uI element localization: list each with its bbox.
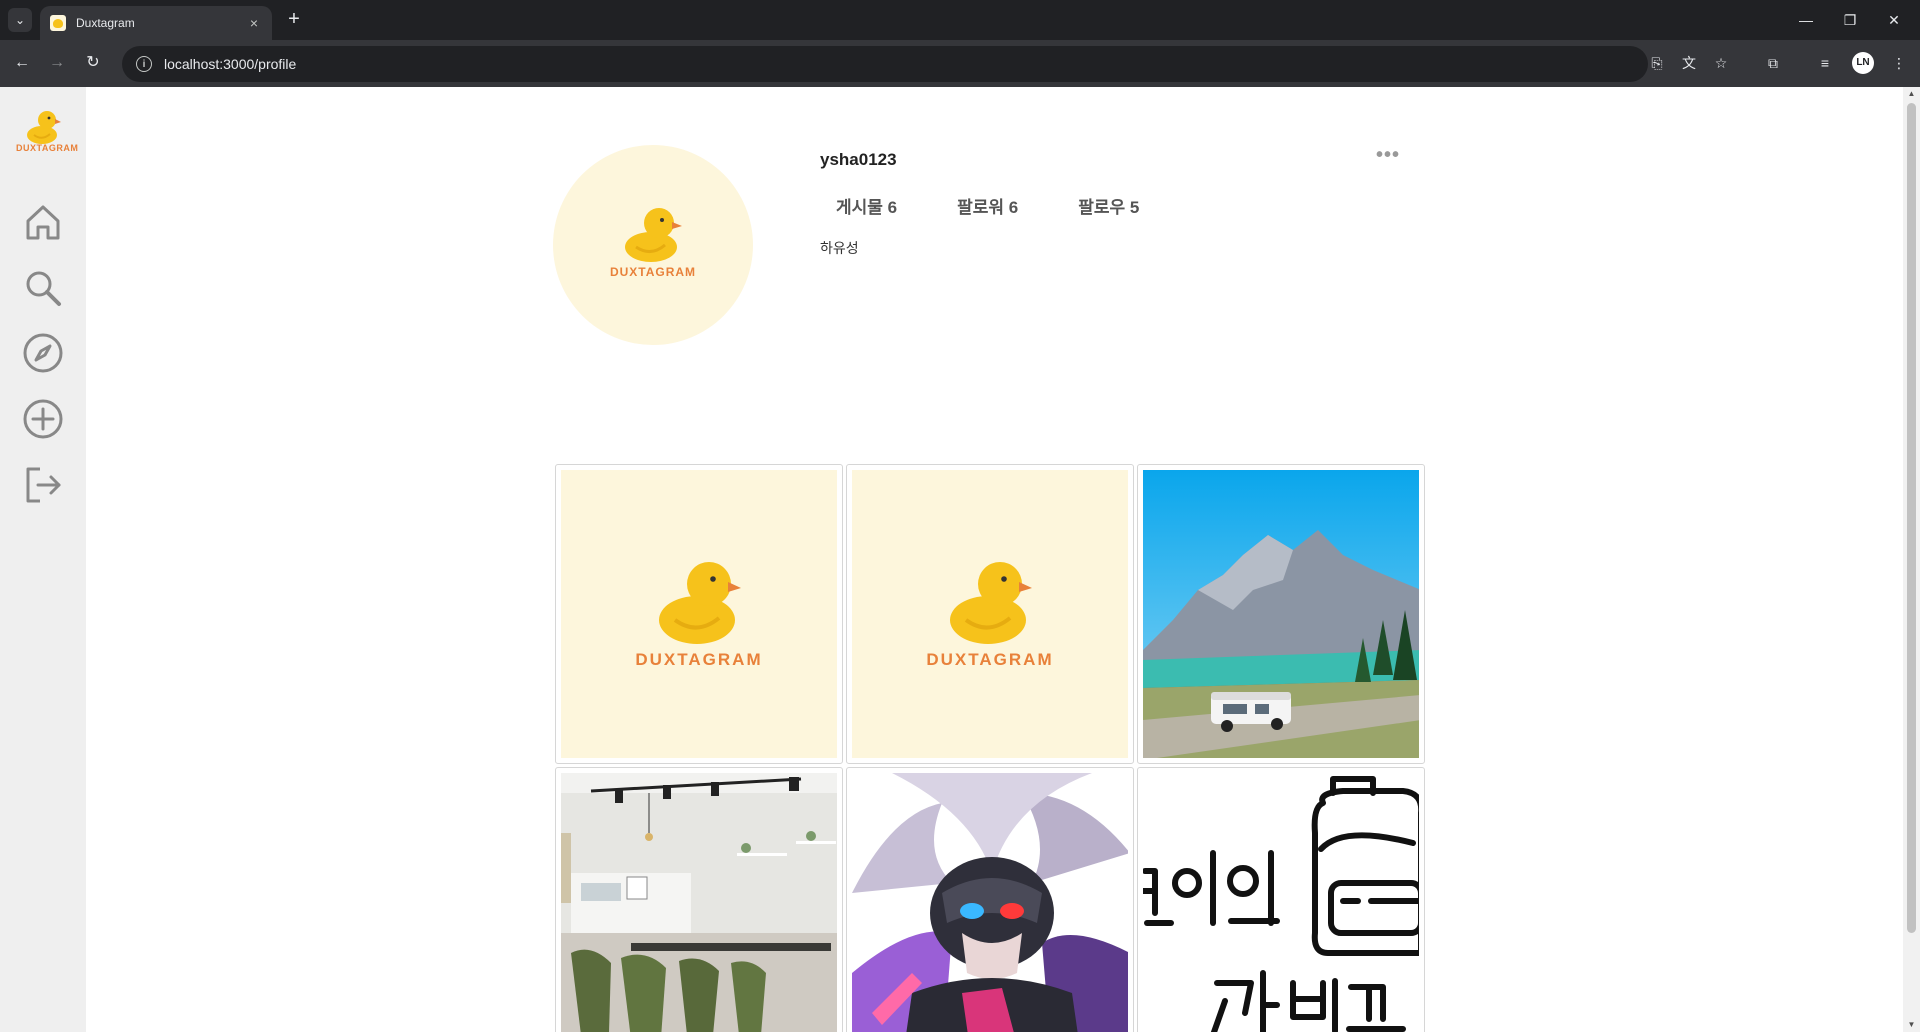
- post-wordmark: DUXTAGRAM: [635, 650, 763, 669]
- search-icon: [26, 271, 61, 306]
- forward-icon[interactable]: →: [45, 51, 69, 75]
- bookmark-star-icon[interactable]: ☆: [1710, 52, 1732, 74]
- tab-strip: ⌄ Duxtagram × + — ❐ ✕: [0, 0, 1920, 40]
- post-image-character: [852, 773, 1128, 1032]
- duck-logo-icon: [950, 562, 1032, 644]
- posts-count[interactable]: 게시물 6: [836, 193, 897, 218]
- post-image-handwriting: [1143, 773, 1419, 1032]
- translate-icon[interactable]: 文: [1678, 52, 1700, 74]
- url-text: localhost:3000/profile: [164, 56, 297, 72]
- logout-icon: [26, 467, 61, 503]
- compass-icon: [23, 333, 63, 373]
- restore-icon[interactable]: ❐: [1836, 8, 1864, 32]
- site-info-icon[interactable]: i: [136, 56, 152, 72]
- following-count[interactable]: 팔로우 5: [1078, 193, 1139, 218]
- menu-dots-icon[interactable]: ⋮: [1888, 52, 1910, 74]
- active-tab[interactable]: Duxtagram ×: [40, 6, 272, 40]
- tab-title: Duxtagram: [76, 16, 135, 30]
- post-thumbnail[interactable]: DUXTAGRAM: [846, 464, 1134, 764]
- tab-close-icon[interactable]: ×: [246, 15, 262, 31]
- reload-icon[interactable]: ↻: [81, 51, 105, 75]
- post-image-cafe: [561, 773, 837, 1032]
- landscape-photo: [1143, 470, 1419, 758]
- sidebar-item-create[interactable]: [18, 394, 68, 444]
- profile-stats: 게시물 6 팔로워 6 팔로우 5: [836, 193, 1199, 218]
- install-app-icon[interactable]: ⎘: [1646, 52, 1668, 74]
- profile-avatar-icon[interactable]: LN: [1852, 52, 1874, 74]
- new-tab-button[interactable]: +: [282, 8, 306, 32]
- post-image-duck: DUXTAGRAM: [852, 470, 1128, 758]
- reading-list-icon[interactable]: ≡: [1814, 52, 1836, 74]
- followers-count[interactable]: 팔로워 6: [957, 193, 1018, 218]
- handwriting-image: [1143, 773, 1419, 1032]
- duck-logo-icon: [27, 111, 61, 144]
- close-window-icon[interactable]: ✕: [1880, 8, 1908, 32]
- sidebar-item-logout[interactable]: [18, 460, 68, 510]
- cafe-photo: [561, 773, 837, 1032]
- page-viewport: DUXTAGRAM DUXTAGRAM ysha0123 ••• 게시물 6 팔…: [0, 87, 1920, 1032]
- post-thumbnail[interactable]: [846, 767, 1134, 1032]
- duck-logo-icon: [659, 562, 741, 644]
- duck-logo-icon: [625, 208, 682, 262]
- profile-bio: 하유성: [820, 240, 859, 256]
- tab-search-chevron-icon[interactable]: ⌄: [8, 8, 32, 32]
- sidebar-item-home[interactable]: [18, 197, 68, 247]
- brand-wordmark: DUXTAGRAM: [16, 143, 79, 153]
- post-thumbnail[interactable]: [1137, 767, 1425, 1032]
- duck-favicon-icon: [50, 15, 66, 31]
- page-scrollbar[interactable]: ▲ ▼: [1903, 87, 1920, 1032]
- post-wordmark: DUXTAGRAM: [926, 650, 1054, 669]
- scroll-up-icon[interactable]: ▲: [1907, 90, 1916, 98]
- extensions-icon[interactable]: ⧉: [1762, 52, 1784, 74]
- post-thumbnail[interactable]: [555, 767, 843, 1032]
- post-image-duck: DUXTAGRAM: [561, 470, 837, 758]
- avatar-wordmark: DUXTAGRAM: [609, 265, 697, 279]
- minimize-icon[interactable]: —: [1792, 8, 1820, 32]
- browser-toolbar: ← → ↻ i localhost:3000/profile ⎘ 文 ☆ ⧉ ≡…: [0, 40, 1920, 87]
- home-icon: [26, 205, 60, 240]
- scrollbar-thumb[interactable]: [1907, 103, 1916, 933]
- scroll-down-icon[interactable]: ▼: [1907, 1021, 1916, 1029]
- profile-picture[interactable]: DUXTAGRAM: [553, 145, 753, 345]
- character-illustration: [852, 773, 1128, 1032]
- browser-chrome: ⌄ Duxtagram × + — ❐ ✕ ← → ↻ i localhost:…: [0, 0, 1920, 87]
- profile-username: ysha0123: [820, 150, 897, 169]
- brand-logo[interactable]: DUXTAGRAM: [16, 105, 79, 155]
- post-thumbnail[interactable]: [1137, 464, 1425, 764]
- more-options-button[interactable]: •••: [1372, 143, 1404, 167]
- post-image-landscape: [1143, 470, 1419, 758]
- sidebar-item-search[interactable]: [18, 263, 68, 313]
- address-bar[interactable]: i localhost:3000/profile: [122, 46, 1648, 82]
- post-thumbnail[interactable]: DUXTAGRAM: [555, 464, 843, 764]
- sidebar: DUXTAGRAM: [0, 87, 86, 1032]
- avatar-duck-logo: DUXTAGRAM: [603, 203, 703, 293]
- sidebar-item-explore[interactable]: [18, 328, 68, 378]
- plus-circle-icon: [23, 399, 63, 439]
- back-icon[interactable]: ←: [10, 51, 34, 75]
